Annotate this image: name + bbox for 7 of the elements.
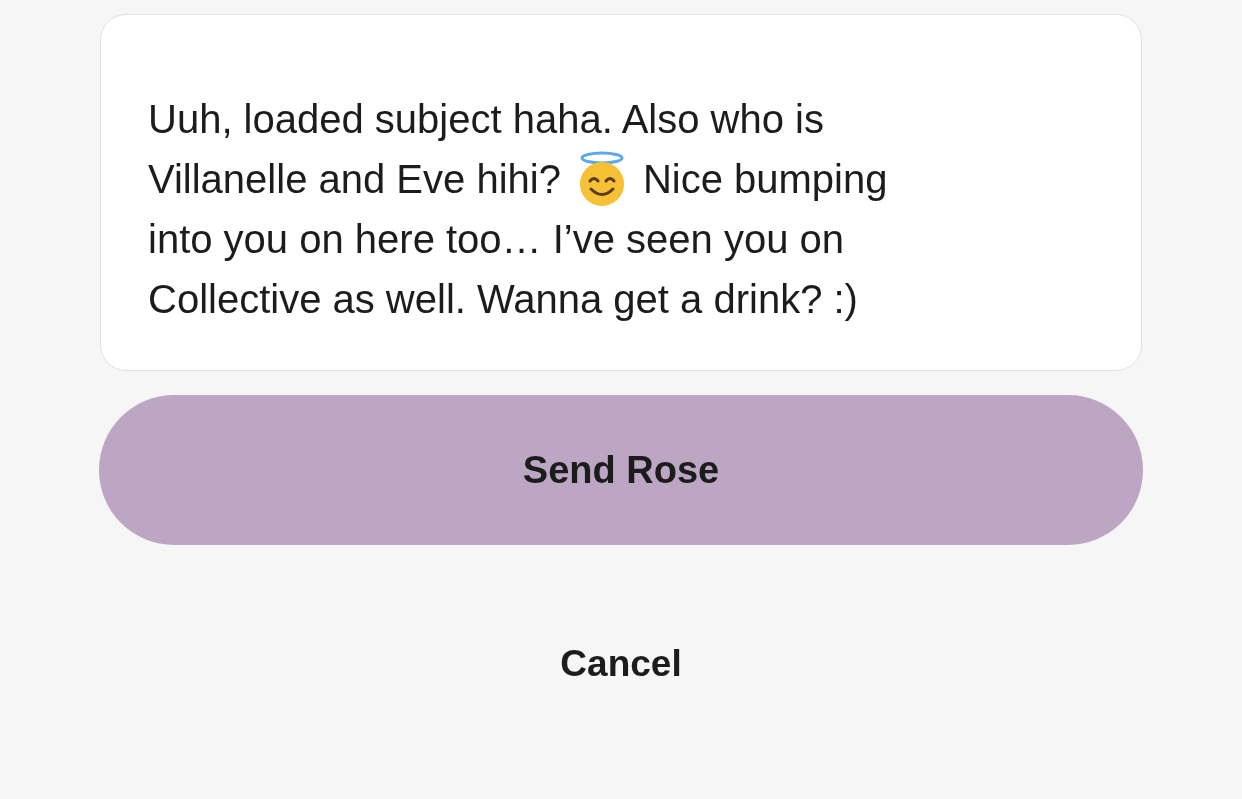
message-text: Uuh, loaded subject haha. Also who is xyxy=(148,96,824,143)
cancel-button[interactable]: Cancel xyxy=(540,633,702,695)
message-text: Villanelle and Eve hihi? xyxy=(148,156,561,203)
send-rose-button[interactable]: Send Rose xyxy=(99,395,1143,545)
message-text: into you on here too… I’ve seen you on xyxy=(148,216,844,263)
message-text: Collective as well. Wanna get a drink? :) xyxy=(148,276,858,323)
message-text: Nice bumping xyxy=(642,156,888,203)
